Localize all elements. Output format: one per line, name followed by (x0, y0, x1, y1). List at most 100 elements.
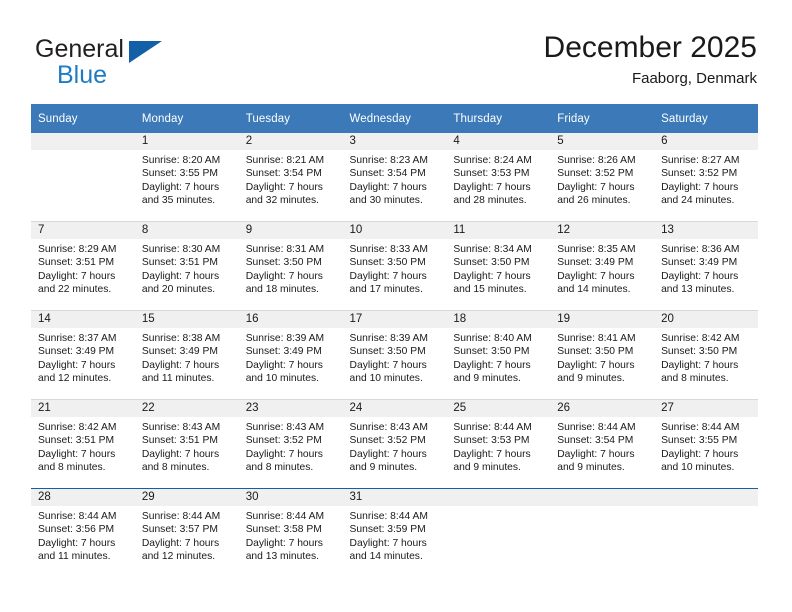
calendar-day-cell[interactable]: 6 Sunrise: 8:27 AM Sunset: 3:52 PM Daylight… (654, 133, 758, 222)
daylight-text-line1: Daylight: 7 hours (557, 448, 635, 460)
calendar-day-cell[interactable]: 2 Sunrise: 8:21 AM Sunset: 3:54 PM Daylight… (238, 133, 343, 222)
day-cell-inner: 28 Sunrise: 8:44 AM Sunset: 3:56 PM Dayligh… (31, 489, 135, 577)
calendar-day-cell[interactable]: 15 Sunrise: 8:38 AM Sunset: 3:49 PM Dayligh… (134, 310, 239, 400)
calendar-day-cell[interactable]: 21 Sunrise: 8:42 AM Sunset: 3:51 PM Dayligh… (31, 399, 135, 489)
sunrise-text: Sunrise: 8:44 AM (557, 422, 636, 433)
day-cell-inner: 10 Sunrise: 8:33 AM Sunset: 3:50 PM Dayligh… (342, 222, 447, 310)
sunset-text: Sunset: 3:52 PM (661, 168, 738, 180)
day-cell-inner: 3 Sunrise: 8:23 AM Sunset: 3:54 PM Daylight… (342, 133, 447, 221)
calendar-day-cell[interactable]: 18 Sunrise: 8:40 AM Sunset: 3:50 PM Dayligh… (446, 310, 551, 400)
calendar-day-cell[interactable]: 9 Sunrise: 8:31 AM Sunset: 3:50 PM Daylight… (238, 221, 343, 311)
sunrise-text: Sunrise: 8:30 AM (141, 244, 221, 255)
calendar-day-cell[interactable]: 19 Sunrise: 8:41 AM Sunset: 3:50 PM Dayligh… (550, 310, 655, 400)
day-number-band (654, 489, 758, 506)
calendar-day-cell[interactable]: 27 Sunrise: 8:44 AM Sunset: 3:55 PM Dayligh… (654, 399, 758, 489)
daylight-text-line2: and 32 minutes. (245, 195, 319, 207)
calendar-day-cell[interactable]: 13 Sunrise: 8:36 AM Sunset: 3:49 PM Dayligh… (654, 221, 758, 311)
sunset-text: Sunset: 3:55 PM (661, 435, 738, 447)
day-number-band (446, 489, 551, 506)
daylight-text-line1: Daylight: 7 hours (661, 448, 739, 460)
sunset-text: Sunset: 3:50 PM (453, 346, 530, 358)
calendar-day-cell[interactable]: 24 Sunrise: 8:43 AM Sunset: 3:52 PM Dayligh… (342, 399, 447, 489)
calendar-day-cell-empty (550, 488, 655, 577)
daylight-text-line1: Daylight: 7 hours (349, 359, 427, 371)
day-cell-details: Sunrise: 8:43 AM Sunset: 3:52 PM Daylight:… (343, 417, 447, 475)
calendar-day-cell[interactable]: 26 Sunrise: 8:44 AM Sunset: 3:54 PM Dayligh… (550, 399, 655, 489)
day-cell-details (31, 150, 135, 154)
day-cell-details (446, 506, 550, 510)
brand-name-general: General (35, 35, 124, 63)
day-cell-details: Sunrise: 8:27 AM Sunset: 3:52 PM Daylight:… (654, 150, 758, 208)
day-number-band: 15 (134, 311, 239, 328)
daylight-text-line1: Daylight: 7 hours (141, 270, 220, 282)
day-cell-inner (654, 489, 758, 577)
daylight-text-line1: Daylight: 7 hours (245, 270, 323, 282)
sunset-text: Sunset: 3:49 PM (38, 346, 115, 358)
calendar-week-row: 14 Sunrise: 8:37 AM Sunset: 3:49 PM Dayligh… (31, 310, 758, 400)
sunrise-text: Sunrise: 8:36 AM (661, 244, 740, 255)
daylight-text-line1: Daylight: 7 hours (349, 270, 427, 282)
calendar-day-cell[interactable]: 4 Sunrise: 8:24 AM Sunset: 3:53 PM Daylight… (446, 133, 551, 222)
day-cell-details: Sunrise: 8:35 AM Sunset: 3:49 PM Daylight:… (550, 239, 654, 297)
calendar-day-cell[interactable]: 10 Sunrise: 8:33 AM Sunset: 3:50 PM Dayligh… (342, 221, 447, 311)
brand-logo[interactable]: General Blue (35, 35, 255, 97)
weekday-header-wednesday: Wednesday (342, 104, 447, 133)
sunrise-text: Sunrise: 8:41 AM (557, 333, 636, 344)
day-number-band (550, 489, 655, 506)
calendar-day-cell[interactable]: 8 Sunrise: 8:30 AM Sunset: 3:51 PM Daylight… (134, 221, 239, 311)
day-number: 10 (349, 224, 363, 236)
daylight-text-line2: and 35 minutes. (141, 195, 216, 207)
calendar-day-cell-empty (654, 488, 758, 577)
calendar-day-cell[interactable]: 31 Sunrise: 8:44 AM Sunset: 3:59 PM Dayligh… (342, 488, 447, 577)
calendar-day-cell[interactable]: 12 Sunrise: 8:35 AM Sunset: 3:49 PM Dayligh… (550, 221, 655, 311)
calendar-day-cell[interactable]: 7 Sunrise: 8:29 AM Sunset: 3:51 PM Daylight… (31, 221, 135, 311)
day-cell-inner: 18 Sunrise: 8:40 AM Sunset: 3:50 PM Dayligh… (446, 311, 551, 399)
day-cell-inner: 21 Sunrise: 8:42 AM Sunset: 3:51 PM Dayligh… (31, 400, 135, 488)
day-number-band: 31 (342, 489, 447, 506)
day-cell-inner: 25 Sunrise: 8:44 AM Sunset: 3:53 PM Dayligh… (446, 400, 551, 488)
daylight-text-line2: and 11 minutes. (38, 551, 111, 563)
day-number: 30 (245, 491, 259, 503)
day-number-band: 9 (238, 222, 343, 239)
calendar-day-cell[interactable]: 3 Sunrise: 8:23 AM Sunset: 3:54 PM Daylight… (342, 133, 447, 222)
daylight-text-line1: Daylight: 7 hours (557, 270, 635, 282)
daylight-text-line2: and 12 minutes. (38, 373, 112, 385)
day-cell-inner: 30 Sunrise: 8:44 AM Sunset: 3:58 PM Dayligh… (238, 489, 343, 577)
sunrise-text: Sunrise: 8:43 AM (349, 422, 428, 433)
day-cell-inner: 17 Sunrise: 8:39 AM Sunset: 3:50 PM Dayligh… (342, 311, 447, 399)
daylight-text-line1: Daylight: 7 hours (245, 448, 323, 460)
day-number: 14 (38, 313, 51, 325)
daylight-text-line2: and 22 minutes. (38, 284, 112, 296)
day-cell-details: Sunrise: 8:34 AM Sunset: 3:50 PM Daylight:… (446, 239, 550, 297)
sunset-text: Sunset: 3:51 PM (38, 257, 115, 269)
calendar-day-cell[interactable]: 28 Sunrise: 8:44 AM Sunset: 3:56 PM Dayligh… (31, 488, 135, 577)
calendar-day-cell[interactable]: 20 Sunrise: 8:42 AM Sunset: 3:50 PM Dayligh… (654, 310, 758, 400)
calendar-day-cell[interactable]: 25 Sunrise: 8:44 AM Sunset: 3:53 PM Dayligh… (446, 399, 551, 489)
calendar-day-cell[interactable]: 14 Sunrise: 8:37 AM Sunset: 3:49 PM Dayligh… (31, 310, 135, 400)
day-cell-details: Sunrise: 8:44 AM Sunset: 3:54 PM Daylight:… (550, 417, 654, 475)
sunset-text: Sunset: 3:50 PM (349, 257, 426, 269)
calendar-day-cell[interactable]: 16 Sunrise: 8:39 AM Sunset: 3:49 PM Dayligh… (238, 310, 343, 400)
calendar-day-cell[interactable]: 29 Sunrise: 8:44 AM Sunset: 3:57 PM Dayligh… (134, 488, 239, 577)
calendar-day-cell[interactable]: 23 Sunrise: 8:43 AM Sunset: 3:52 PM Dayligh… (238, 399, 343, 489)
daylight-text-line2: and 14 minutes. (349, 551, 423, 563)
daylight-text-line2: and 18 minutes. (245, 284, 319, 296)
day-number: 19 (557, 313, 571, 325)
calendar-day-cell[interactable]: 30 Sunrise: 8:44 AM Sunset: 3:58 PM Dayligh… (238, 488, 343, 577)
calendar-day-cell[interactable]: 1 Sunrise: 8:20 AM Sunset: 3:55 PM Daylight… (134, 133, 239, 222)
weekday-header-friday: Friday (550, 104, 655, 133)
daylight-text-line2: and 8 minutes. (141, 462, 210, 474)
calendar-day-cell[interactable]: 11 Sunrise: 8:34 AM Sunset: 3:50 PM Dayligh… (446, 221, 551, 311)
calendar-day-cell[interactable]: 17 Sunrise: 8:39 AM Sunset: 3:50 PM Dayligh… (342, 310, 447, 400)
calendar-day-cell[interactable]: 22 Sunrise: 8:43 AM Sunset: 3:51 PM Dayligh… (134, 399, 239, 489)
daylight-text-line2: and 8 minutes. (245, 462, 314, 474)
calendar-day-cell[interactable]: 5 Sunrise: 8:26 AM Sunset: 3:52 PM Daylight… (550, 133, 655, 222)
sunrise-text: Sunrise: 8:26 AM (557, 155, 636, 166)
day-cell-details: Sunrise: 8:44 AM Sunset: 3:58 PM Daylight:… (239, 506, 343, 564)
day-cell-inner: 31 Sunrise: 8:44 AM Sunset: 3:59 PM Dayligh… (342, 489, 447, 577)
sunrise-text: Sunrise: 8:27 AM (661, 155, 740, 166)
daylight-text-line1: Daylight: 7 hours (141, 448, 220, 460)
day-cell-inner: 9 Sunrise: 8:31 AM Sunset: 3:50 PM Daylight… (238, 222, 343, 310)
calendar-page: General Blue December 2025 Faaborg, Denm… (0, 0, 792, 612)
daylight-text-line2: and 8 minutes. (38, 462, 106, 474)
